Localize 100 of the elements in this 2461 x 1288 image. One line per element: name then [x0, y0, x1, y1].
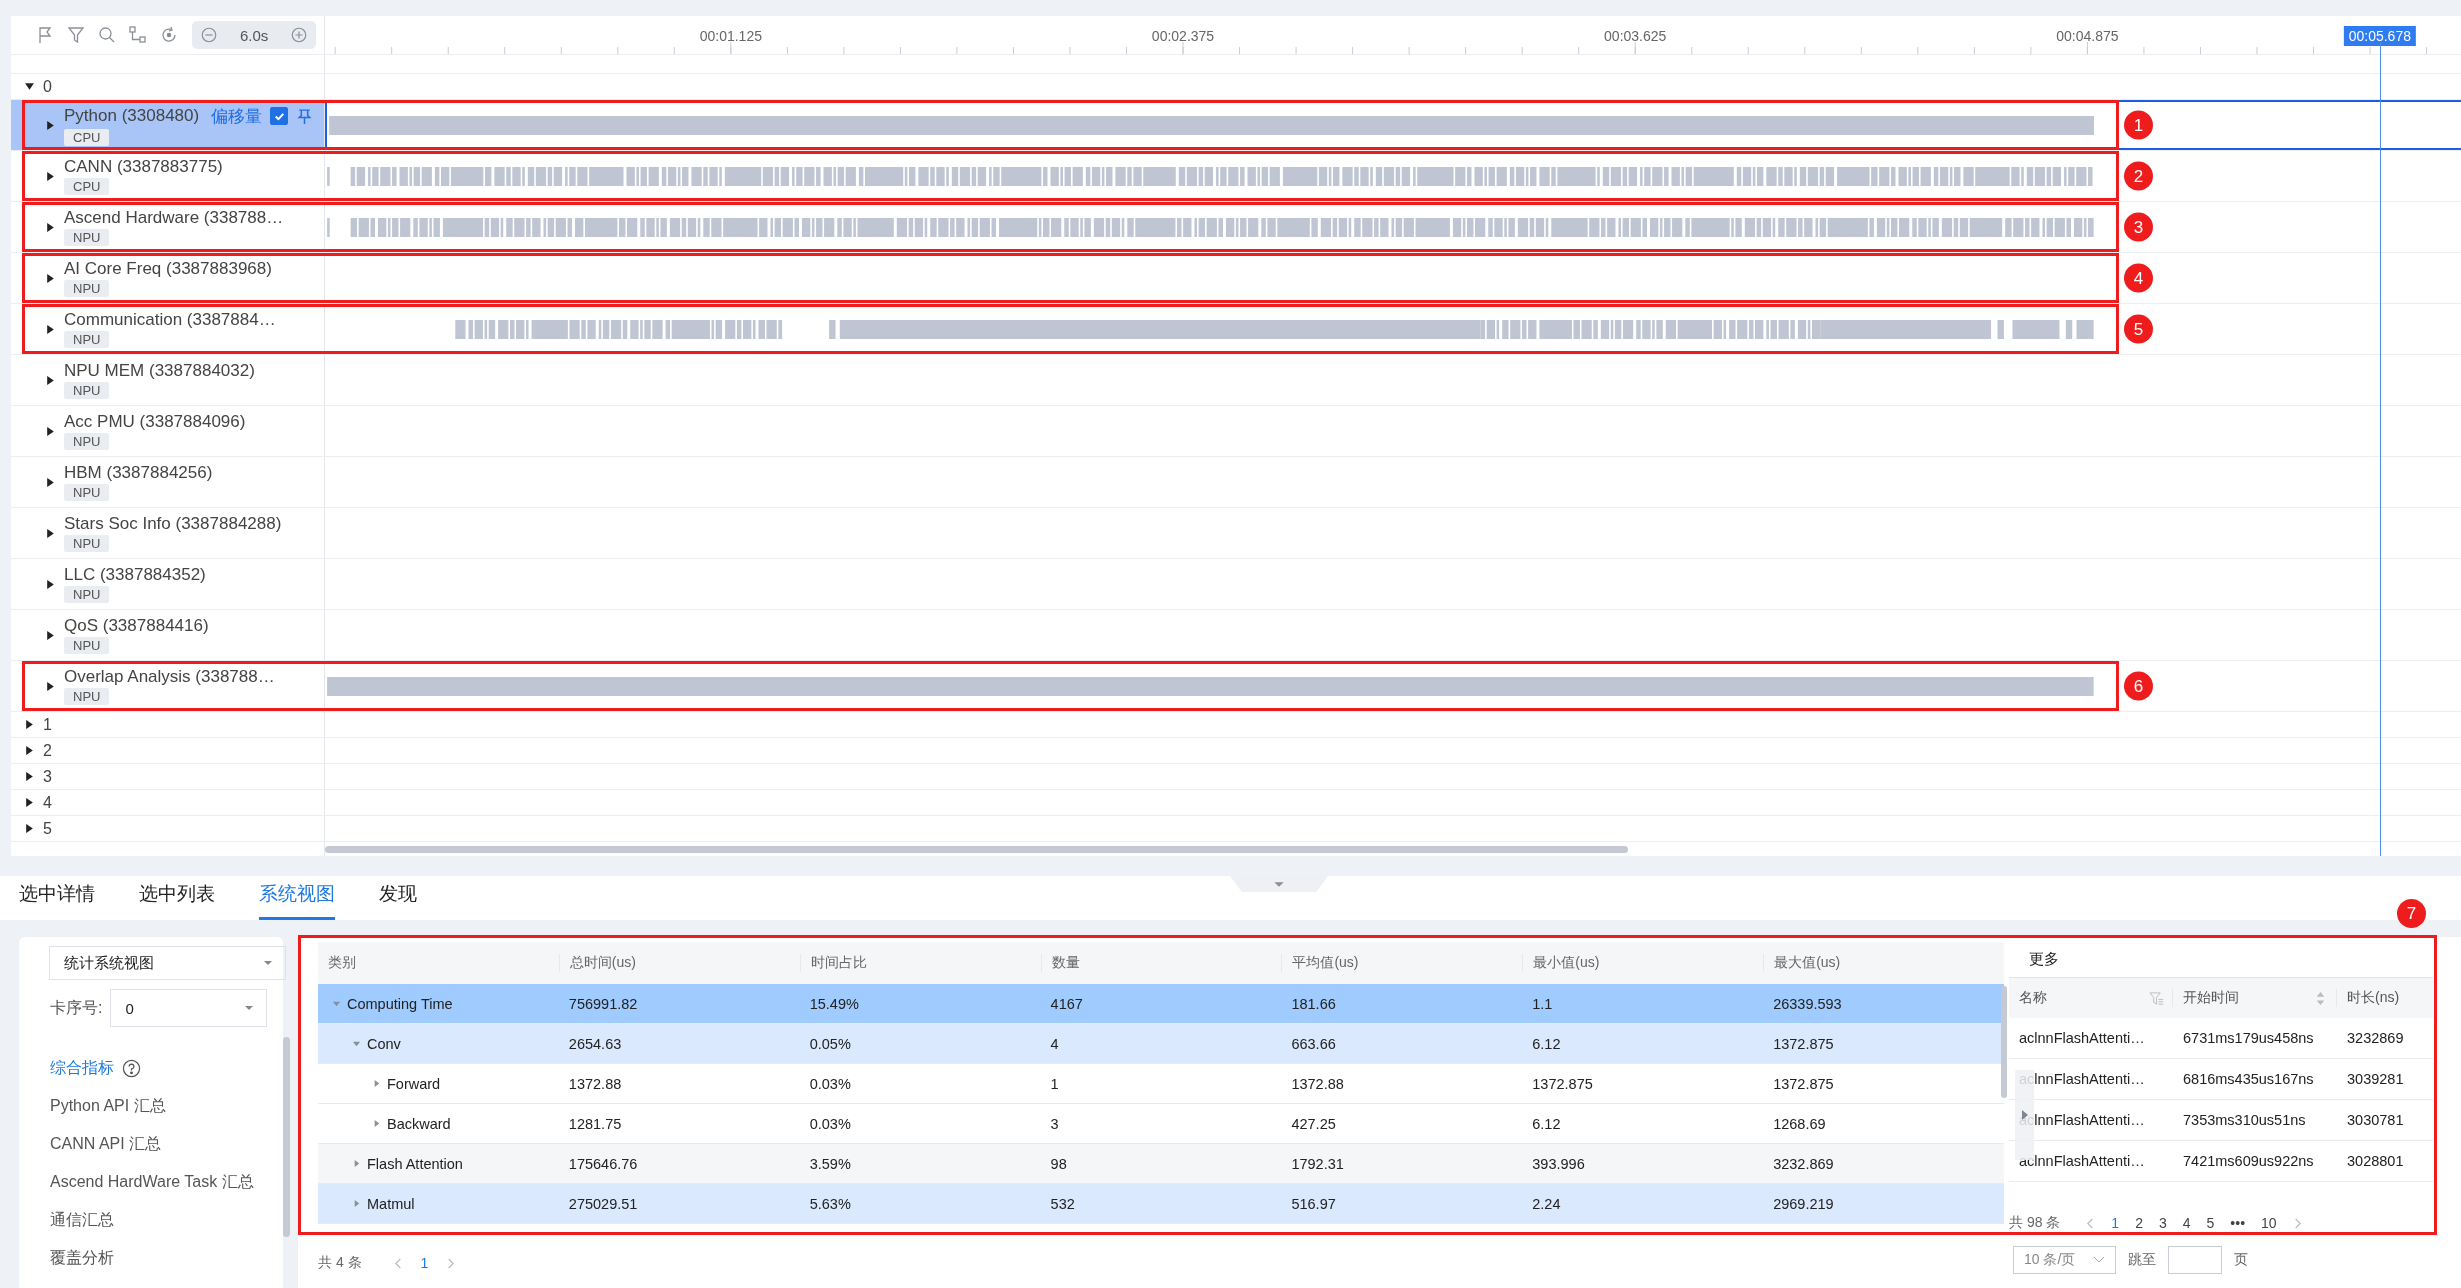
column-header[interactable]: 开始时间	[2183, 989, 2239, 1007]
table-row[interactable]: Matmul 275029.51 5.63% 532 516.97 2.24 2969.219	[318, 1184, 2004, 1224]
track-header[interactable]: LLC (3387884352) NPU	[11, 559, 325, 609]
track-name: Python (3308480)	[64, 106, 200, 126]
caret-icon[interactable]	[45, 272, 56, 284]
column-header[interactable]: 类别	[318, 954, 559, 972]
caret-icon[interactable]	[45, 221, 56, 233]
track-header[interactable]: Acc PMU (3387884096) NPU	[11, 406, 325, 456]
track-header[interactable]: Stars Soc Info (3387884288) NPU	[11, 508, 325, 558]
view-select[interactable]: 统计系统视图	[49, 946, 286, 980]
column-header[interactable]: 数量	[1040, 954, 1282, 972]
column-header[interactable]: 最小值(us)	[1522, 954, 1764, 972]
previous-page-icon[interactable]	[393, 1256, 403, 1270]
vertical-scrollbar[interactable]	[283, 1037, 290, 1237]
caret-icon[interactable]	[24, 719, 35, 730]
caret-icon[interactable]	[45, 629, 56, 641]
table-cell-text: 427.25	[1290, 1115, 1337, 1132]
column-header[interactable]: 最大值(us)	[1763, 954, 2004, 972]
track-tag: CPU	[64, 178, 110, 195]
table-row[interactable]: Conv 2654.63 0.05% 4 663.66 6.12 1372.875	[318, 1024, 2004, 1064]
table-row[interactable]: Flash Attention 175646.76 3.59% 98 1792.31 393.996 3232.869	[318, 1144, 2004, 1184]
pin-icon[interactable]	[296, 107, 314, 125]
column-header[interactable]: 平均值(us)	[1281, 954, 1523, 972]
zoom-out-icon[interactable]	[200, 26, 218, 44]
table-cell-text: 1372.875	[1531, 1075, 1594, 1092]
page-number[interactable]: 4	[2182, 1215, 2191, 1231]
previous-page-icon[interactable]	[2086, 1216, 2096, 1230]
track-tag: NPU	[64, 586, 110, 603]
table-cell-text: aclnnFlashAttenti…	[2018, 1153, 2146, 1169]
tab[interactable]: 发现	[379, 881, 417, 920]
tab[interactable]: 系统视图	[259, 881, 335, 920]
caret-icon[interactable]	[24, 797, 35, 808]
track-header[interactable]: Communication (3387884… NPU	[11, 304, 325, 354]
page-number[interactable]: 2	[2135, 1215, 2143, 1231]
tab[interactable]: 选中列表	[139, 881, 215, 920]
column-header[interactable]: 时间占比	[799, 954, 1041, 972]
track-header[interactable]: CANN (3387883775) CPU	[11, 151, 325, 201]
card-select[interactable]: 0	[110, 989, 267, 1027]
track-tag: NPU	[64, 280, 110, 297]
page-input[interactable]	[2168, 1246, 2222, 1274]
track-header[interactable]: NPU MEM (3387884032) NPU	[11, 355, 325, 405]
page-number[interactable]: 3	[2158, 1215, 2167, 1231]
caret-icon[interactable]	[45, 527, 56, 539]
page-number[interactable]: 10	[2261, 1215, 2277, 1231]
track-header[interactable]: QoS (3387884416) NPU	[11, 610, 325, 660]
caret-icon[interactable]	[24, 745, 35, 756]
horizontal-scrollbar[interactable]	[325, 846, 1628, 853]
table-cell-text: 181.66	[1290, 995, 1337, 1012]
caret-icon[interactable]	[45, 425, 56, 437]
track-tag: NPU	[64, 484, 110, 501]
table-cell-text: aclnnFlashAttenti…	[2018, 1030, 2146, 1046]
total-count: 共 4 条	[318, 1254, 362, 1272]
track-header[interactable]: HBM (3387884256) NPU	[11, 457, 325, 507]
menu-item[interactable]: 通信汇总	[50, 1209, 114, 1231]
vertical-scrollbar[interactable]	[2001, 986, 2007, 1098]
column-header[interactable]: 时长(ns)	[2347, 989, 2400, 1007]
table-cell-text: 1281.75	[567, 1115, 623, 1132]
caret-icon[interactable]	[45, 374, 56, 386]
table-row[interactable]: Computing Time 756991.82 15.49% 4167 181.66 1.1 26339.593	[318, 984, 2004, 1024]
table-cell-text: 98	[1049, 1155, 1068, 1172]
caret-icon[interactable]	[24, 771, 35, 782]
page-number[interactable]: 5	[2206, 1215, 2215, 1231]
chevron-down-icon	[2093, 1256, 2105, 1264]
menu-item[interactable]: Python API 汇总	[50, 1095, 166, 1117]
page-number[interactable]: •••	[2230, 1215, 2246, 1231]
offset-checkbox[interactable]	[270, 107, 289, 125]
menu-item[interactable]: 覆盖分析	[50, 1247, 114, 1269]
category-cell: Flash Attention	[367, 1155, 463, 1172]
caret-icon[interactable]	[24, 823, 35, 834]
tab[interactable]: 选中详情	[19, 881, 95, 920]
page-number[interactable]: 1	[2111, 1215, 2120, 1231]
column-header[interactable]: 名称	[2019, 989, 2047, 1007]
table-cell-text: 26339.593	[1772, 995, 1843, 1012]
track-header[interactable]: Ascend Hardware (338788… NPU	[11, 202, 325, 252]
menu-item[interactable]: Ascend HardWare Task 汇总	[50, 1171, 254, 1193]
caret-icon[interactable]	[45, 680, 56, 692]
next-page-icon[interactable]	[446, 1256, 456, 1270]
caret-icon[interactable]	[45, 476, 56, 488]
search-icon[interactable]	[97, 25, 117, 45]
menu-item[interactable]: CANN API 汇总	[50, 1133, 162, 1155]
column-header[interactable]: 总时间(us)	[558, 954, 800, 972]
callout-number: 5	[2124, 314, 2153, 344]
zoom-in-icon[interactable]	[290, 26, 309, 44]
caret-icon[interactable]	[45, 323, 56, 335]
caret-icon[interactable]	[24, 81, 35, 92]
page-size-select[interactable]: 10 条/页	[2013, 1246, 2116, 1274]
caret-icon[interactable]	[45, 578, 56, 590]
help-icon[interactable]	[122, 1058, 141, 1078]
track-header[interactable]: Overlap Analysis (338788… NPU	[11, 661, 325, 711]
filter-icon[interactable]	[66, 25, 86, 45]
filter-icon[interactable]	[2149, 990, 2164, 1006]
track-header[interactable]: AI Core Freq (3387883968) NPU	[11, 253, 325, 303]
caret-icon[interactable]	[45, 119, 56, 131]
next-page-icon[interactable]	[2292, 1216, 2302, 1230]
menu-item[interactable]: 综合指标	[50, 1057, 114, 1079]
target-icon[interactable]	[159, 25, 179, 45]
page-number[interactable]: 1	[420, 1255, 429, 1271]
connected-squares-icon[interactable]	[128, 25, 148, 45]
caret-icon[interactable]	[45, 170, 56, 182]
table-cell-text: 0.03%	[808, 1115, 852, 1132]
